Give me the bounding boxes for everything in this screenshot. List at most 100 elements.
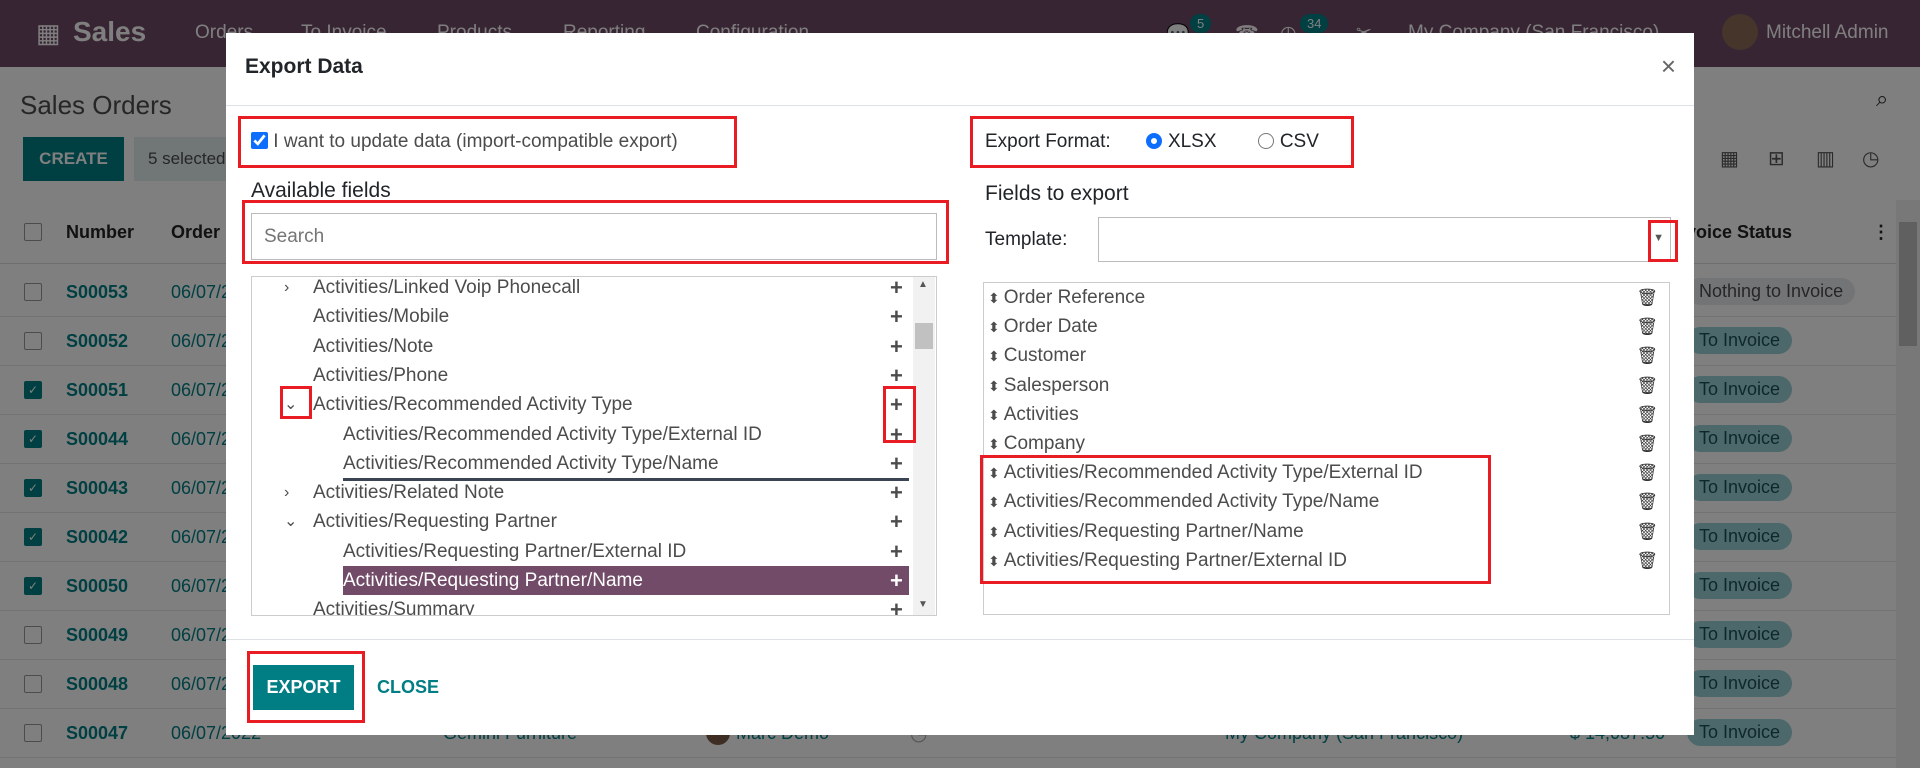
export-field-item[interactable]: ⬍ Activities 🗑 bbox=[988, 400, 1668, 429]
available-field-item[interactable]: Activities/Mobile + bbox=[252, 302, 912, 331]
available-field-item[interactable]: ⌄ Activities/Recommended Activity Type + bbox=[252, 390, 912, 419]
field-label: Activities/Requesting Partner/Name bbox=[343, 566, 909, 595]
export-field-item[interactable]: ⬍ Salesperson 🗑 bbox=[988, 371, 1668, 400]
trash-icon[interactable]: 🗑 bbox=[1636, 546, 1658, 575]
field-label: Activities/Recommended Activity Type/Nam… bbox=[343, 452, 719, 474]
add-field-plus-icon[interactable]: + bbox=[890, 449, 903, 478]
search-fields-input[interactable] bbox=[251, 213, 937, 260]
drag-handle-sort-icon[interactable]: ⬍ bbox=[988, 319, 1000, 335]
format-csv-label: CSV bbox=[1279, 131, 1319, 152]
drag-handle-sort-icon[interactable]: ⬍ bbox=[988, 348, 1000, 364]
export-field-item[interactable]: ⬍ Activities/Requesting Partner/Name 🗑 bbox=[988, 517, 1668, 546]
dropdown-arrow-icon[interactable]: ▼ bbox=[1653, 232, 1664, 244]
available-field-item[interactable]: Activities/Requesting Partner/Name + bbox=[252, 566, 912, 595]
dialog-header: Export Data × bbox=[226, 33, 1694, 106]
close-button[interactable]: CLOSE bbox=[377, 677, 439, 698]
available-field-item[interactable]: Activities/Summary + bbox=[252, 595, 912, 616]
add-field-plus-icon[interactable]: + bbox=[890, 478, 903, 507]
add-field-plus-icon[interactable]: + bbox=[890, 302, 903, 331]
trash-icon[interactable]: 🗑 bbox=[1636, 429, 1658, 458]
add-field-plus-icon[interactable]: + bbox=[890, 420, 903, 449]
format-xlsx-radio[interactable]: XLSX bbox=[1145, 131, 1217, 152]
add-field-plus-icon[interactable]: + bbox=[890, 390, 903, 419]
export-field-label: Activities/Requesting Partner/Name bbox=[1003, 520, 1304, 542]
trash-icon[interactable]: 🗑 bbox=[1636, 341, 1658, 370]
trash-icon[interactable]: 🗑 bbox=[1636, 371, 1658, 400]
import-compatible-checkbox[interactable] bbox=[251, 132, 268, 149]
field-label: Activities/Mobile bbox=[313, 306, 450, 328]
export-field-item[interactable]: ⬍ Customer 🗑 bbox=[988, 341, 1668, 370]
trash-icon[interactable]: 🗑 bbox=[1636, 517, 1658, 546]
export-field-item[interactable]: ⬍ Activities/Recommended Activity Type/Ex… bbox=[988, 458, 1668, 487]
available-field-item[interactable]: Activities/Phone + bbox=[252, 361, 912, 390]
export-field-label: Customer bbox=[1003, 345, 1087, 367]
export-field-label: Order Reference bbox=[1003, 287, 1146, 308]
add-field-plus-icon[interactable]: + bbox=[890, 277, 903, 302]
available-field-item[interactable]: › Activities/Linked Voip Phonecall + bbox=[252, 277, 912, 302]
available-field-item[interactable]: ⌄ Activities/Requesting Partner + bbox=[252, 507, 912, 536]
trash-icon[interactable]: 🗑 bbox=[1636, 487, 1658, 516]
format-xlsx-label: XLSX bbox=[1167, 131, 1217, 152]
import-compatible-option[interactable]: I want to update data (import-compatible… bbox=[251, 131, 678, 153]
available-field-item[interactable]: Activities/Requesting Partner/External I… bbox=[252, 537, 912, 566]
scrollbar-thumb[interactable] bbox=[915, 323, 933, 349]
available-field-item[interactable]: Activities/Recommended Activity Type/Nam… bbox=[252, 449, 912, 478]
add-field-plus-icon[interactable]: + bbox=[890, 507, 903, 536]
template-select[interactable]: ▼ bbox=[1098, 217, 1671, 262]
close-icon[interactable]: × bbox=[1661, 51, 1676, 82]
scroll-down-arrow-icon[interactable]: ▼ bbox=[918, 599, 928, 610]
export-data-dialog: Export Data × I want to update data (imp… bbox=[226, 33, 1694, 735]
drag-handle-sort-icon[interactable]: ⬍ bbox=[988, 436, 1000, 452]
export-field-label: Activities/Recommended Activity Type/Ext… bbox=[1003, 462, 1423, 484]
field-label: Activities/Phone bbox=[313, 364, 449, 386]
drag-handle-sort-icon[interactable]: ⬍ bbox=[988, 290, 1000, 306]
export-field-label: Activities/Requesting Partner/External I… bbox=[1003, 549, 1347, 571]
add-field-plus-icon[interactable]: + bbox=[890, 361, 903, 390]
fields-scrollbar[interactable]: ▲ ▼ bbox=[913, 277, 935, 615]
add-field-plus-icon[interactable]: + bbox=[890, 566, 903, 595]
export-field-item[interactable]: ⬍ Activities/Requesting Partner/External … bbox=[988, 546, 1668, 575]
export-field-item[interactable]: ⬍ Activities/Recommended Activity Type/Na… bbox=[988, 487, 1668, 516]
trash-icon[interactable]: 🗑 bbox=[1636, 283, 1658, 312]
export-button[interactable]: EXPORT bbox=[253, 665, 354, 710]
import-compatible-label: I want to update data (import-compatible… bbox=[273, 131, 678, 152]
available-field-item[interactable]: Activities/Recommended Activity Type/Ext… bbox=[252, 420, 912, 449]
export-field-item[interactable]: ⬍ Company 🗑 bbox=[988, 429, 1668, 458]
available-fields-list: › Activities/Linked Voip Phonecall + Activi… bbox=[251, 276, 937, 616]
add-field-plus-icon[interactable]: + bbox=[890, 332, 903, 361]
trash-icon[interactable]: 🗑 bbox=[1636, 400, 1658, 429]
drag-handle-sort-icon[interactable]: ⬍ bbox=[988, 407, 1000, 423]
export-field-item[interactable]: ⬍ Order Reference 🗑 bbox=[988, 283, 1668, 312]
drag-handle-sort-icon[interactable]: ⬍ bbox=[988, 553, 1000, 569]
export-field-label: Activities bbox=[1003, 403, 1079, 425]
export-format-group: Export Format: XLSX CSV bbox=[985, 131, 1319, 153]
export-field-item[interactable]: ⬍ Order Date 🗑 bbox=[988, 312, 1668, 341]
field-label: Activities/Requesting Partner bbox=[313, 511, 557, 533]
field-label: Activities/Summary bbox=[313, 599, 475, 616]
drag-handle-sort-icon[interactable]: ⬍ bbox=[988, 378, 1000, 394]
scroll-up-arrow-icon[interactable]: ▲ bbox=[918, 279, 928, 290]
drag-handle-sort-icon[interactable]: ⬍ bbox=[988, 465, 1000, 481]
available-field-item[interactable]: › Activities/Related Note + bbox=[252, 478, 912, 507]
chevron-down-icon[interactable]: ⌄ bbox=[284, 507, 297, 536]
available-field-item[interactable]: Activities/Note + bbox=[252, 332, 912, 361]
export-field-label: Salesperson bbox=[1003, 374, 1110, 396]
trash-icon[interactable]: 🗑 bbox=[1636, 458, 1658, 487]
field-label: Activities/Note bbox=[313, 335, 434, 357]
drag-handle-sort-icon[interactable]: ⬍ bbox=[988, 494, 1000, 510]
field-label: Activities/Recommended Activity Type/Ext… bbox=[343, 423, 762, 445]
trash-icon[interactable]: 🗑 bbox=[1636, 312, 1658, 341]
format-csv-radio[interactable]: CSV bbox=[1257, 131, 1319, 152]
drag-handle-sort-icon[interactable]: ⬍ bbox=[988, 524, 1000, 540]
add-field-plus-icon[interactable]: + bbox=[890, 537, 903, 566]
template-label: Template: bbox=[985, 229, 1068, 250]
field-label: Activities/Related Note bbox=[313, 482, 505, 504]
field-label: Activities/Requesting Partner/External I… bbox=[343, 540, 687, 562]
chevron-down-icon[interactable]: ⌄ bbox=[284, 390, 297, 419]
radio-unselected-icon bbox=[1257, 133, 1274, 149]
add-field-plus-icon[interactable]: + bbox=[890, 595, 903, 615]
chevron-right-icon[interactable]: › bbox=[284, 277, 289, 302]
dialog-title: Export Data bbox=[245, 55, 363, 78]
export-field-label: Order Date bbox=[1003, 316, 1098, 338]
chevron-right-icon[interactable]: › bbox=[284, 478, 289, 507]
